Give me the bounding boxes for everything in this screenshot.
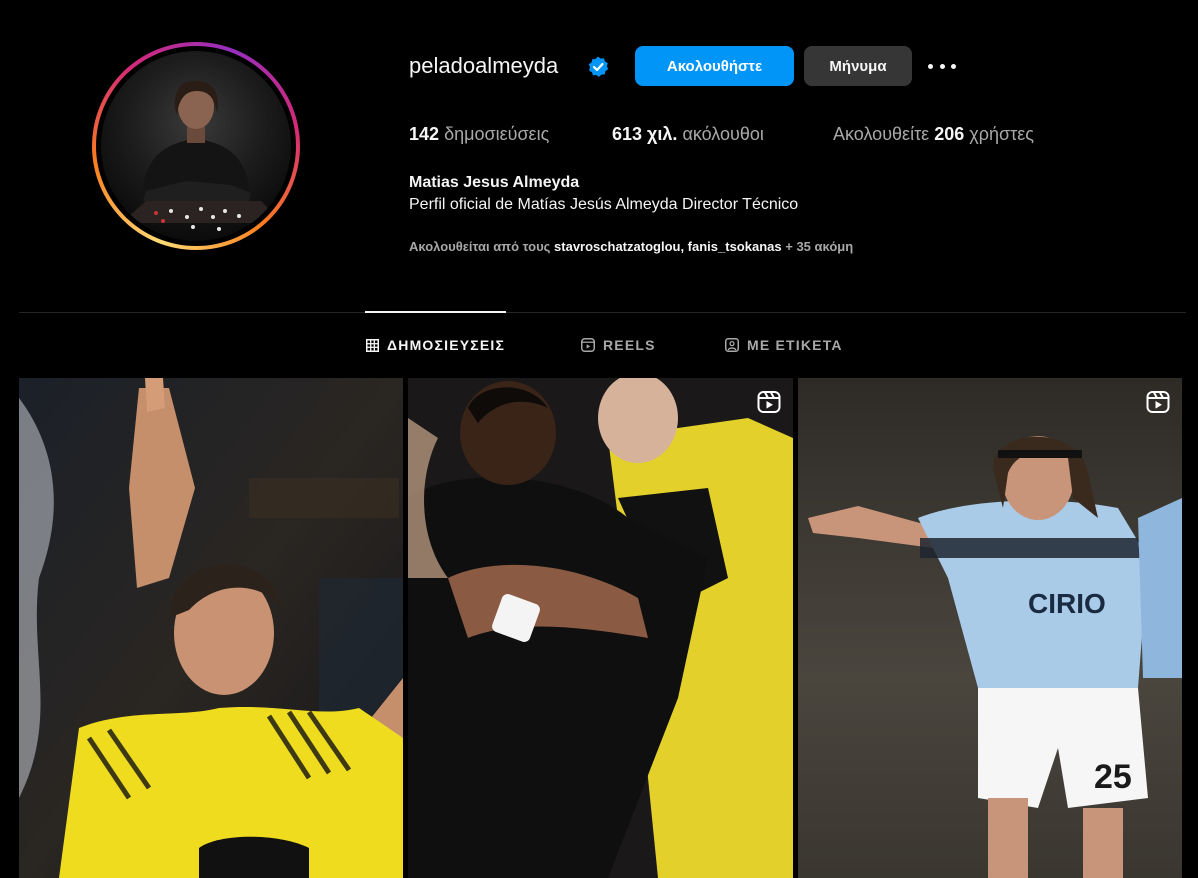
followed-by-prefix: Ακολουθείται από τους — [409, 239, 551, 254]
profile-username: peladoalmeyda — [409, 53, 559, 78]
message-button[interactable]: Μήνυμα — [804, 46, 912, 86]
following-count: 206 — [934, 124, 965, 144]
jersey-sponsor-art: CIRIO — [1028, 588, 1106, 619]
followers-count: 613 χιλ. — [612, 124, 678, 144]
tab-posts[interactable]: ΔΗΜΟΣΙΕΥΣΕΙΣ — [366, 337, 505, 353]
shorts-number-art: 25 — [1094, 758, 1132, 796]
post-thumbnail[interactable] — [408, 378, 793, 878]
post-image — [19, 378, 403, 878]
following-prefix: Ακολουθείτε — [833, 124, 930, 144]
tab-reels[interactable]: REELS — [581, 337, 656, 353]
posts-count-stat: 142 δημοσιεύσεις — [409, 124, 549, 145]
avatar-photo — [121, 80, 283, 231]
followed-by-accounts[interactable]: stavroschatzatoglou, fanis_tsokanas — [554, 239, 782, 254]
reel-indicator-icon — [1146, 391, 1170, 413]
post-image: CIRIO 25 — [798, 378, 1182, 878]
follow-button[interactable]: Ακολουθήστε — [635, 46, 794, 86]
reel-indicator-icon — [757, 391, 781, 413]
followed-by-line[interactable]: Ακολουθείται από τους stavroschatzatoglo… — [409, 239, 853, 254]
profile-bio: Perfil oficial de Matías Jesús Almeyda D… — [409, 196, 799, 213]
active-tab-indicator — [365, 311, 506, 313]
following-count-stat[interactable]: Ακολουθείτε 206 χρήστες — [833, 124, 1034, 145]
followed-by-more: + 35 ακόμη — [785, 239, 854, 254]
followers-label: ακόλουθοι — [682, 124, 764, 144]
dot — [951, 63, 956, 69]
more-options-icon[interactable] — [928, 57, 956, 75]
reels-icon — [581, 338, 595, 352]
tagged-icon — [725, 338, 739, 352]
tabs-divider — [19, 312, 1186, 313]
following-suffix: χρήστες — [969, 124, 1034, 144]
tab-tagged[interactable]: ΜΕ ΕΤΙΚΕΤΑ — [725, 337, 843, 353]
posts-label: δημοσιεύσεις — [444, 124, 550, 144]
profile-full-name: Matias Jesus Almeyda — [409, 174, 580, 191]
tab-reels-label: REELS — [603, 337, 656, 353]
dot — [939, 63, 945, 69]
tab-tagged-label: ΜΕ ΕΤΙΚΕΤΑ — [747, 337, 843, 353]
verified-badge-icon — [588, 56, 609, 77]
posts-count: 142 — [409, 124, 440, 144]
post-thumbnail[interactable] — [19, 378, 403, 878]
tab-posts-label: ΔΗΜΟΣΙΕΥΣΕΙΣ — [387, 337, 506, 353]
dot — [928, 63, 933, 69]
followers-count-stat[interactable]: 613 χιλ. ακόλουθοι — [612, 124, 764, 145]
post-thumbnail[interactable]: CIRIO 25 — [798, 378, 1182, 878]
avatar[interactable] — [101, 51, 291, 241]
post-image — [408, 378, 793, 878]
profile-avatar-story-ring[interactable] — [92, 42, 300, 250]
grid-icon — [366, 338, 379, 352]
